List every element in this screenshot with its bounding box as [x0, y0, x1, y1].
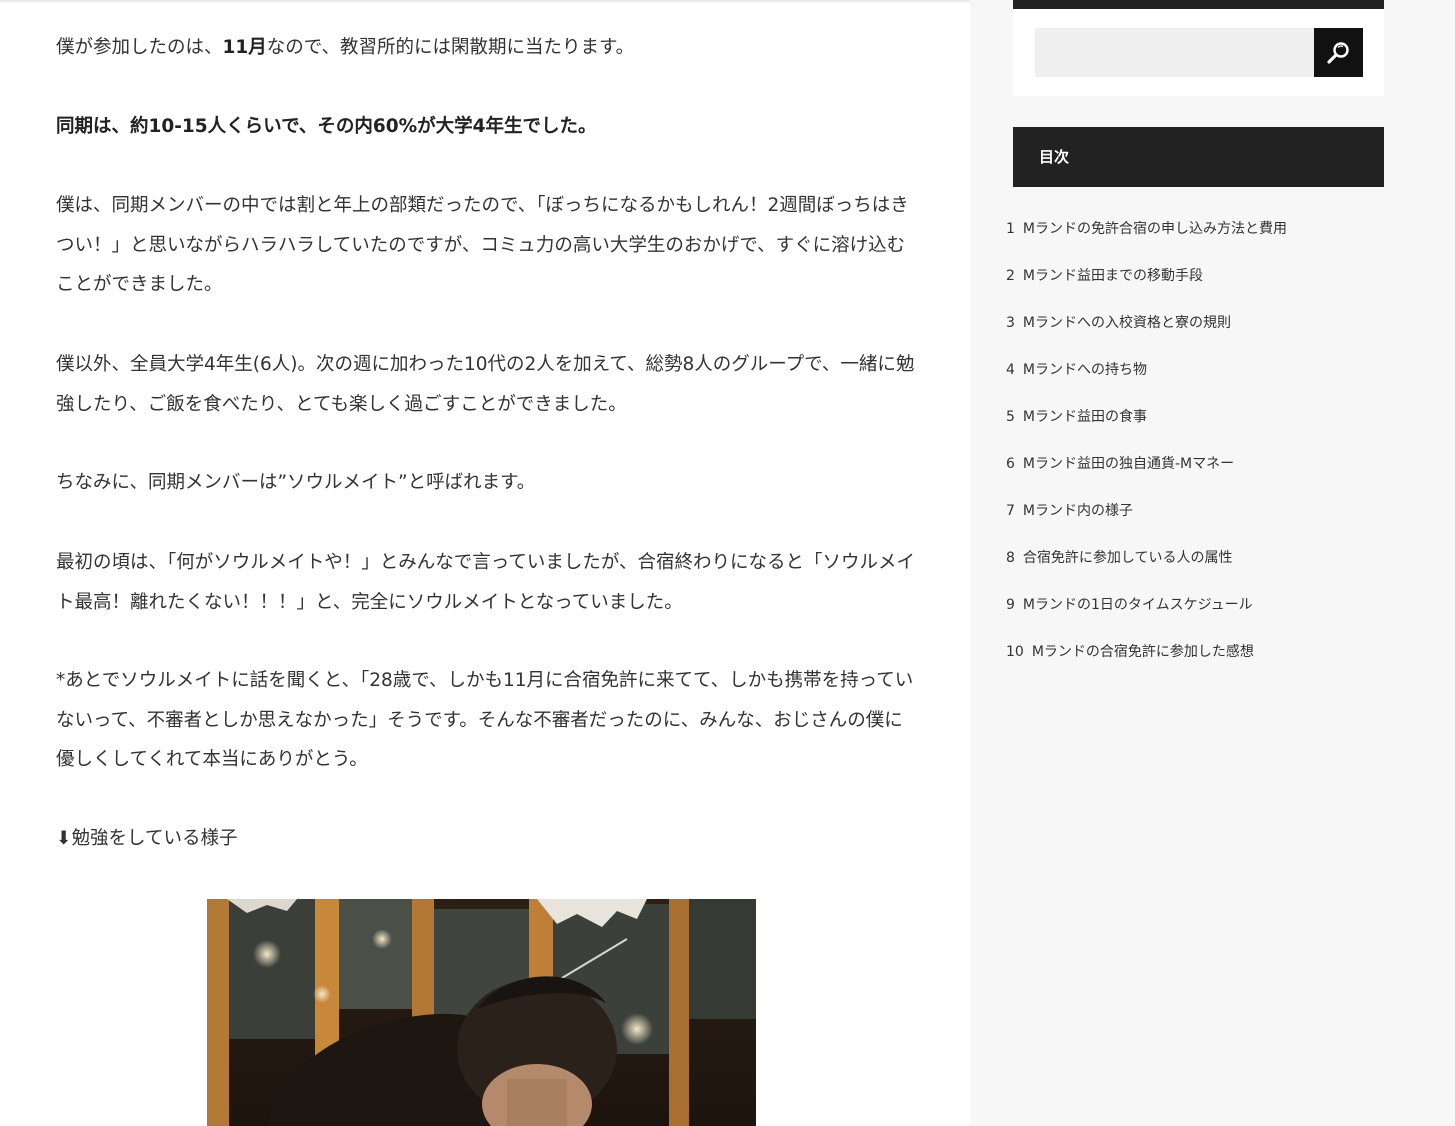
- toc-label: Mランド内の様子: [1022, 503, 1134, 519]
- paragraph-soulmate: ちなみに、同期メンバーは”ソウルメイト”と呼ばれます。: [56, 472, 536, 493]
- paragraph-text: なので、教習所的には閑散期に当たります。: [266, 37, 635, 58]
- paragraph-soulmate-story: 最初の頃は、「何がソウルメイトや！」とみんなで言っていましたが、合宿終わりになる…: [56, 552, 915, 613]
- toc-item-6[interactable]: 6 Mランド益田の独自通貨-Mマネー: [1006, 454, 1234, 474]
- toc-number: 6: [1006, 456, 1015, 472]
- toc-number: 3: [1006, 315, 1015, 331]
- toc-number: 8: [1006, 550, 1015, 566]
- search-widget: [1013, 0, 1384, 96]
- top-shadow-line: [0, 0, 970, 3]
- photo-illustration: [207, 899, 756, 1126]
- toc-label: Mランド益田の独自通貨-Mマネー: [1022, 456, 1235, 472]
- paragraph-text: 僕が参加したのは、: [56, 37, 223, 58]
- search-widget-topbar: [1013, 0, 1384, 9]
- search-button[interactable]: [1314, 28, 1363, 77]
- toc-item-10[interactable]: 10 Mランドの合宿免許に参加した感想: [1006, 642, 1254, 662]
- highlight-month: 11月: [222, 37, 267, 58]
- toc-number: 9: [1006, 597, 1015, 613]
- search-input[interactable]: [1035, 28, 1314, 77]
- toc-heading: 目次: [1013, 127, 1384, 187]
- toc-label: Mランドへの持ち物: [1022, 362, 1148, 378]
- search-icon: [1326, 41, 1349, 64]
- toc-item-3[interactable]: 3 Mランドへの入校資格と寮の規則: [1006, 313, 1231, 333]
- toc-label: Mランド益田までの移動手段: [1022, 268, 1204, 284]
- toc-item-2[interactable]: 2 Mランド益田までの移動手段: [1006, 266, 1203, 286]
- paragraph-note: *あとでソウルメイトに話を聞くと、「28歳で、しかも11月に合宿免許に来てて、し…: [56, 670, 914, 770]
- paragraph-cohort-size: 同期は、約10-15人くらいで、その内60%が大学4年生でした。: [56, 107, 916, 147]
- toc-number: 10: [1006, 644, 1024, 660]
- article-content: 僕が参加したのは、11月なので、教習所的には閑散期に当たります。 同期は、約10…: [0, 0, 970, 1126]
- toc-label: Mランド益田の食事: [1022, 409, 1148, 425]
- toc-label: Mランドの合宿免許に参加した感想: [1031, 644, 1254, 660]
- toc-number: 7: [1006, 503, 1015, 519]
- paragraph-fitting-in: 僕は、同期メンバーの中では割と年上の部類だったので、「ぼっちになるかもしれん！2…: [56, 195, 909, 295]
- toc-item-1[interactable]: 1 Mランドの免許合宿の申し込み方法と費用: [1006, 219, 1287, 239]
- toc-label: 合宿免許に参加している人の属性: [1022, 550, 1233, 566]
- toc-item-4[interactable]: 4 Mランドへの持ち物: [1006, 360, 1147, 380]
- toc-number: 2: [1006, 268, 1015, 284]
- toc-label: Mランドへの入校資格と寮の規則: [1022, 315, 1232, 331]
- toc-number: 5: [1006, 409, 1015, 425]
- toc-label: Mランドの免許合宿の申し込み方法と費用: [1022, 221, 1287, 237]
- toc-label: Mランドの1日のタイムスケジュール: [1022, 597, 1253, 613]
- studying-photo: [207, 899, 756, 1126]
- toc-number: 4: [1006, 362, 1015, 378]
- toc-item-5[interactable]: 5 Mランド益田の食事: [1006, 407, 1147, 427]
- toc-item-9[interactable]: 9 Mランドの1日のタイムスケジュール: [1006, 595, 1253, 615]
- photo-caption: ⬇勉強をしている様子: [56, 828, 238, 849]
- paragraph-participation-month: 僕が参加したのは、11月なので、教習所的には閑散期に当たります。: [56, 28, 916, 68]
- toc-item-8[interactable]: 8 合宿免許に参加している人の属性: [1006, 548, 1233, 568]
- toc-item-7[interactable]: 7 Mランド内の様子: [1006, 501, 1133, 521]
- paragraph-group: 僕以外、全員大学4年生(6人)。次の週に加わった10代の2人を加えて、総勢8人の…: [56, 354, 915, 415]
- bold-statement: 同期は、約10-15人くらいで、その内60%が大学4年生でした。: [56, 116, 597, 137]
- toc-number: 1: [1006, 221, 1015, 237]
